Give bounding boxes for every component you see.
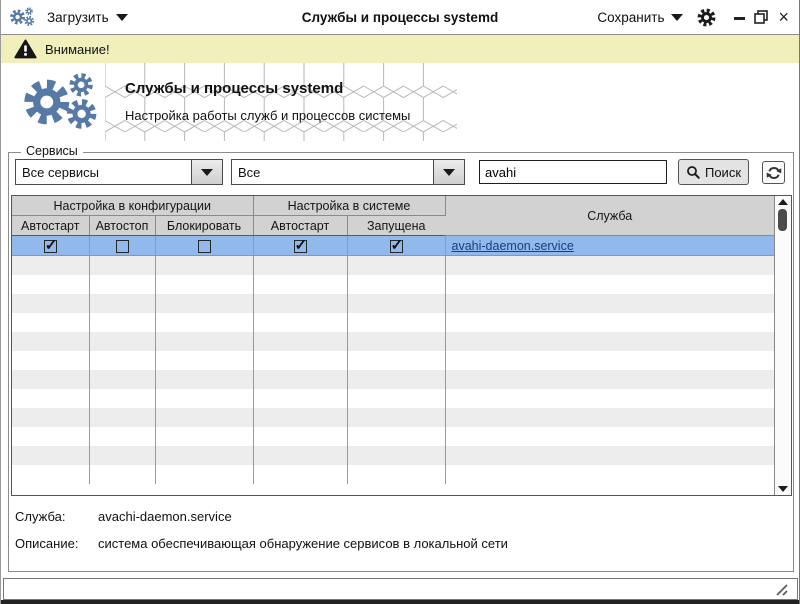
settings-gear-icon[interactable] <box>697 8 716 27</box>
service-name-cell: avahi-daemon.service <box>445 235 774 256</box>
search-button[interactable]: Поиск <box>678 159 749 185</box>
service-filter-dropdown[interactable]: Все сервисы <box>15 159 223 185</box>
empty-table-row <box>12 294 774 313</box>
empty-table-row <box>12 408 774 427</box>
load-menu-label: Загрузить <box>47 9 109 25</box>
checkbox-checked[interactable] <box>347 235 446 256</box>
services-table: Настройка в конфигурации Настройка в сис… <box>11 195 792 496</box>
app-window: Загрузить Службы и процессы systemd Сохр… <box>0 0 800 604</box>
title-bar: Загрузить Службы и процессы systemd Сохр… <box>1 0 799 35</box>
scrollbar-thumb[interactable] <box>778 209 787 231</box>
maximize-icon[interactable] <box>754 10 769 24</box>
dropdown-button[interactable] <box>191 160 222 184</box>
groupbox-legend: Сервисы <box>21 144 83 158</box>
checkbox-icon <box>197 239 211 253</box>
caret-down-icon <box>115 13 128 21</box>
description-detail-label: Описание: <box>15 536 79 551</box>
empty-table-row <box>12 313 774 332</box>
search-button-label: Поиск <box>704 164 742 180</box>
checkbox-icon <box>293 236 307 254</box>
app-logo-gears <box>21 71 105 133</box>
vertical-scrollbar[interactable] <box>774 196 791 495</box>
caret-down-icon <box>443 168 455 176</box>
resize-grip[interactable] <box>771 583 789 596</box>
caret-down-icon <box>671 13 684 21</box>
warning-text: Внимание! <box>45 41 110 57</box>
empty-table-row <box>12 389 774 408</box>
banner-subtitle: Настройка работы служб и процессов систе… <box>125 108 411 123</box>
state-filter-value: Все <box>238 164 261 180</box>
checkbox-checked[interactable] <box>253 235 348 256</box>
empty-table-row <box>12 351 774 370</box>
col-running: Запущена <box>347 215 445 236</box>
checkbox-icon <box>389 236 403 254</box>
col-autostart-system: Автостарт <box>253 215 348 236</box>
checkbox-icon <box>43 236 57 254</box>
col-autostart-config: Автостарт <box>12 215 90 236</box>
empty-table-row <box>12 275 774 294</box>
checkbox-unchecked[interactable] <box>89 235 156 256</box>
search-icon <box>687 165 700 179</box>
triangle-up-icon <box>778 199 788 205</box>
service-filter-value: Все сервисы <box>22 164 99 180</box>
header-config-group: Настройка в конфигурации <box>12 196 254 216</box>
services-table-body: avahi-daemon.service <box>12 235 774 484</box>
warning-triangle-icon <box>14 39 37 59</box>
service-table-row[interactable]: avahi-daemon.service <box>12 235 774 256</box>
state-filter-dropdown[interactable]: Все <box>231 159 465 185</box>
scroll-down-button[interactable] <box>775 483 791 495</box>
empty-table-row <box>12 446 774 465</box>
description-detail-value: система обеспечивающая обнаружение серви… <box>98 536 508 551</box>
triangle-down-icon <box>778 486 788 492</box>
refresh-icon <box>766 166 781 179</box>
warning-bar: Внимание! <box>1 35 799 63</box>
empty-table-row <box>12 370 774 389</box>
checkbox-unchecked[interactable] <box>155 235 254 256</box>
close-icon[interactable]: × <box>778 8 789 26</box>
hexagon-pattern <box>105 63 457 141</box>
empty-table-row <box>12 427 774 446</box>
save-menu-button[interactable]: Сохранить <box>597 9 684 25</box>
banner-title: Службы и процессы systemd <box>125 80 344 97</box>
checkbox-checked[interactable] <box>12 235 90 256</box>
service-detail-value: avachi-daemon.service <box>98 509 232 524</box>
col-autostop: Автостоп <box>89 215 156 236</box>
status-bar <box>3 578 798 600</box>
minimize-icon[interactable] <box>734 16 746 20</box>
save-menu-label: Сохранить <box>597 9 665 25</box>
header-banner: Службы и процессы systemd Настройка рабо… <box>1 63 799 141</box>
checkbox-icon <box>115 239 129 253</box>
empty-table-row <box>12 465 774 484</box>
app-gears-icon <box>9 6 37 28</box>
service-link[interactable]: avahi-daemon.service <box>452 239 574 253</box>
dropdown-button[interactable] <box>433 160 464 184</box>
header-system-group: Настройка в системе <box>253 196 446 216</box>
service-detail-label: Служба: <box>15 509 66 524</box>
col-block: Блокировать <box>155 215 254 236</box>
empty-table-row <box>12 255 774 275</box>
load-menu-button[interactable]: Загрузить <box>47 10 128 25</box>
header-service-column: Служба <box>445 196 774 236</box>
window-bottom-edge <box>1 600 799 604</box>
search-input[interactable] <box>479 160 667 184</box>
caret-down-icon <box>201 168 213 176</box>
empty-table-row <box>12 332 774 351</box>
refresh-button[interactable] <box>762 161 785 184</box>
scroll-up-button[interactable] <box>775 196 791 208</box>
